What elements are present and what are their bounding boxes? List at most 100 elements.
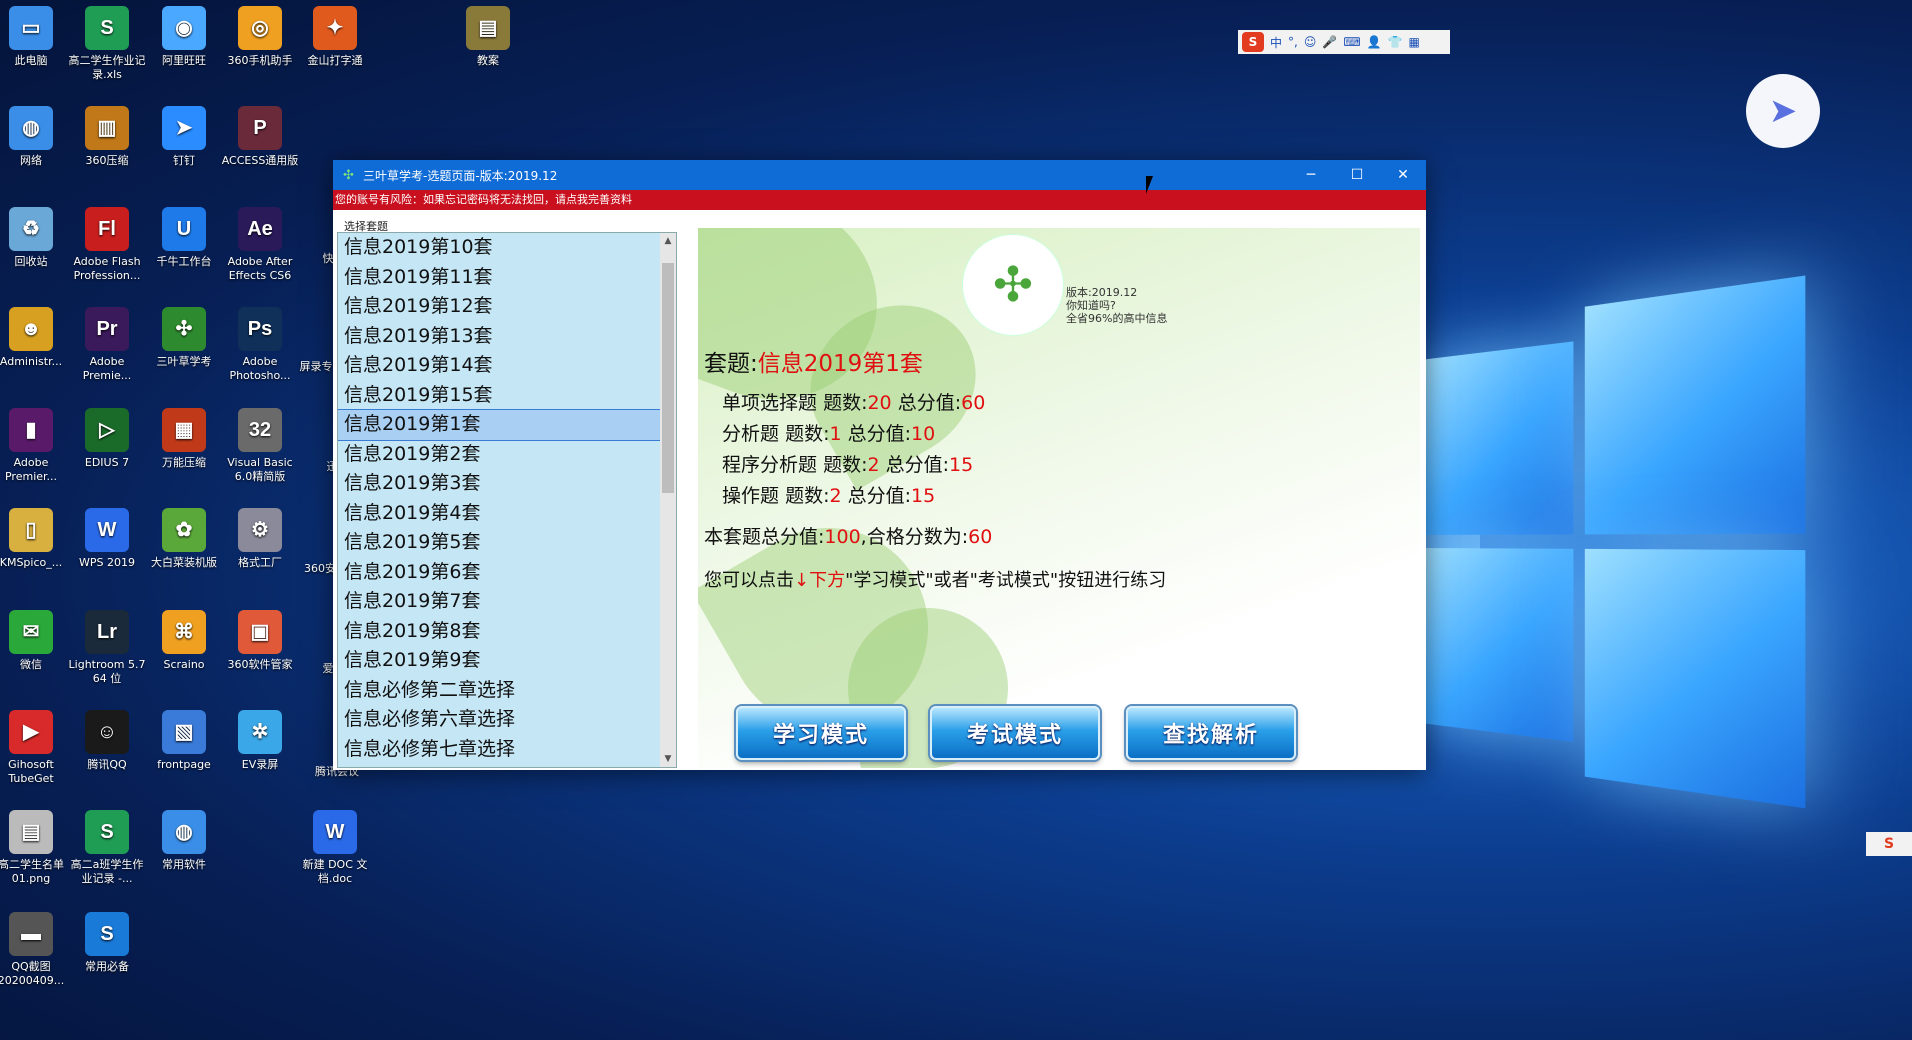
question-type-row: 操作题 题数:2 总分值:15 [722, 485, 936, 507]
ime-toolbox-icon[interactable]: ▦ [1409, 35, 1420, 49]
desktop-icon[interactable]: ✦ 金山打字通 [296, 6, 374, 68]
set-list-item[interactable]: 信息2019第12套 [338, 292, 662, 322]
ime-punctuation-icon[interactable]: °, [1288, 35, 1298, 49]
app-icon: ✉ [9, 610, 53, 654]
set-list-item[interactable]: 信息2019第2套 [338, 440, 662, 470]
scroll-thumb[interactable] [662, 263, 674, 493]
set-list-item[interactable]: 信息必修第七章选择 [338, 735, 662, 765]
desktop-icon[interactable]: ▷ EDIUS 7 [68, 408, 146, 470]
desktop-icon[interactable]: ☺ 腾讯QQ [68, 710, 146, 772]
desktop-icon[interactable]: ◉ 阿里旺旺 [145, 6, 223, 68]
desktop-icon[interactable]: S 高二学生作业记录.xls [68, 6, 146, 82]
set-list[interactable]: 信息2019第10套 信息2019第11套 信息2019第12套 信息2019第13套… [337, 232, 677, 768]
desktop-icon[interactable]: ▧ frontpage [145, 710, 223, 772]
desktop-icon[interactable]: Pr Adobe Premie... [68, 307, 146, 383]
set-list-item[interactable]: 信息2019第6套 [338, 558, 662, 588]
desktop-icon[interactable]: Lr Lightroom 5.7 64 位 [68, 610, 146, 686]
list-scrollbar[interactable]: ▲ ▼ [660, 233, 676, 767]
desktop-icon[interactable]: ◎ 360手机助手 [221, 6, 299, 68]
app-icon: ✿ [162, 508, 206, 552]
desktop-icon[interactable]: ▦ 万能压缩 [145, 408, 223, 470]
coverage-label: 全省96%的高中信息 [1066, 312, 1168, 325]
ime-chinese-mode[interactable]: 中 [1270, 34, 1282, 51]
desktop-icon[interactable]: ▤ 教案 [449, 6, 527, 68]
ime-keyboard-icon[interactable]: ⌨ [1343, 35, 1360, 49]
desktop-icon[interactable]: Ae Adobe After Effects CS6 [221, 207, 299, 283]
set-list-item[interactable]: 信息2019第1套 [338, 409, 663, 441]
desktop-icon[interactable]: ➤ 钉钉 [145, 106, 223, 168]
scroll-up-icon[interactable]: ▲ [660, 233, 676, 249]
account-risk-banner[interactable]: 您的账号有风险：如果忘记密码将无法找回，请点我完善资料 [333, 190, 1426, 210]
set-list-item[interactable]: 信息2019第9套 [338, 646, 662, 676]
sogou-ime-icon[interactable]: S [1242, 32, 1264, 52]
desktop-icon[interactable]: ▶ Gihosoft TubeGet [0, 710, 70, 786]
desktop-icon[interactable]: ▮ Adobe Premier... [0, 408, 70, 484]
desktop-icon[interactable]: ✲ EV录屏 [221, 710, 299, 772]
set-list-item[interactable]: 信息2019第15套 [338, 381, 662, 411]
desktop-icon[interactable]: ▥ 360压缩 [68, 106, 146, 168]
set-list-item[interactable]: 信息2019第8套 [338, 617, 662, 647]
desktop-icon[interactable]: ♻ 回收站 [0, 207, 70, 269]
set-list-item[interactable]: 信息必修第六章选择 [338, 705, 662, 735]
desktop-icon-label: Administr... [0, 355, 63, 368]
desktop-icon[interactable]: S 常用必备 [68, 912, 146, 974]
close-button[interactable]: ✕ [1380, 160, 1426, 190]
desktop-icon[interactable]: ▤ 高二学生名单01.png [0, 810, 70, 886]
find-analysis-button[interactable]: 查找解析 [1126, 706, 1296, 760]
desktop-icon[interactable]: ✿ 大白菜装机版 [145, 508, 223, 570]
desktop-icon[interactable]: ◍ 网络 [0, 106, 70, 168]
desktop-icon[interactable]: ☻ Administr... [0, 307, 70, 369]
desktop-icon[interactable]: Fl Adobe Flash Profession... [68, 207, 146, 283]
desktop-icon[interactable]: ▯ KMSpico_... [0, 508, 70, 570]
set-list-item[interactable]: 信息2019第3套 [338, 469, 662, 499]
set-list-item[interactable]: 信息2019第11套 [338, 263, 662, 293]
desktop-icon[interactable]: 32 Visual Basic 6.0精简版 [221, 408, 299, 484]
desktop-icon[interactable]: ✣ 三叶草学考 [145, 307, 223, 369]
desktop-icon[interactable]: ⚙ 格式工厂 [221, 508, 299, 570]
desktop-icon[interactable]: ✉ 微信 [0, 610, 70, 672]
app-icon: ♻ [9, 207, 53, 251]
ime-skin-icon[interactable]: 👕 [1388, 35, 1403, 49]
desktop-icon[interactable]: ▭ 此电脑 [0, 6, 70, 68]
desktop-icon[interactable]: ▣ 360软件管家 [221, 610, 299, 672]
title-bar[interactable]: ✣ 三叶草学考-选题页面-版本:2019.12 ─ ☐ ✕ [333, 160, 1426, 190]
desktop-icon[interactable]: Ps Adobe Photosho... [221, 307, 299, 383]
desktop-icon[interactable]: ◍ 常用软件 [145, 810, 223, 872]
set-list-item[interactable]: 信息2019第14套 [338, 351, 662, 381]
desktop-icon[interactable]: W WPS 2019 [68, 508, 146, 570]
desktop-icon[interactable]: P ACCESS通用版 [221, 106, 299, 168]
app-icon: ⌘ [162, 610, 206, 654]
set-list-item[interactable]: 信息2019第5套 [338, 528, 662, 558]
ime-user-icon[interactable]: 👤 [1367, 35, 1382, 49]
desktop-icon[interactable]: U 千牛工作台 [145, 207, 223, 269]
ime-toolbar[interactable]: S 中 °, ☺ 🎤 ⌨ 👤 👕 ▦ [1238, 30, 1450, 54]
desktop-icon-label: Adobe Photosho... [229, 355, 291, 382]
maximize-button[interactable]: ☐ [1334, 160, 1380, 190]
study-mode-button[interactable]: 学习模式 [736, 706, 906, 760]
desktop-icon-label: EV录屏 [241, 758, 279, 771]
desktop-icon[interactable]: ▬ QQ截图20200409... [0, 912, 70, 988]
desktop-icon-label: Adobe Flash Profession... [73, 255, 141, 282]
set-list-item[interactable]: 信息2019第13套 [338, 322, 662, 352]
ime-voice-icon[interactable]: 🎤 [1322, 35, 1337, 49]
desktop-icon-label: 三叶草学考 [156, 355, 212, 368]
desktop-icon-label: 高二学生作业记录.xls [68, 54, 146, 81]
scroll-down-icon[interactable]: ▼ [660, 751, 676, 767]
minimize-button[interactable]: ─ [1288, 160, 1334, 190]
desktop-icon[interactable]: ⌘ Scraino [145, 610, 223, 672]
pass-score: 60 [968, 526, 993, 548]
desktop-icon-label: 钉钉 [173, 154, 195, 167]
set-list-item[interactable]: 信息2019第7套 [338, 587, 662, 617]
ime-side-icon[interactable]: S [1866, 832, 1912, 856]
app-icon: Pr [85, 307, 129, 351]
desktop-icon[interactable]: W 新建 DOC 文档.doc [296, 810, 374, 886]
floating-bird-widget-icon[interactable]: ➤ [1746, 74, 1820, 148]
exam-mode-button[interactable]: 考试模式 [930, 706, 1100, 760]
set-list-item[interactable]: 信息必修第二章选择 [338, 676, 662, 706]
set-list-item[interactable]: 信息2019第10套 [338, 233, 662, 263]
desktop-icon-partial[interactable]: 屏录专 [296, 360, 336, 374]
set-list-item[interactable]: 信息2019第4套 [338, 499, 662, 529]
desktop-icon[interactable]: S 高二a班学生作业记录 -... [68, 810, 146, 886]
ime-emoji-icon[interactable]: ☺ [1304, 35, 1317, 49]
hint-text: 您可以点击↓下方"学习模式"或者"考试模式"按钮进行练习 [704, 570, 1167, 591]
